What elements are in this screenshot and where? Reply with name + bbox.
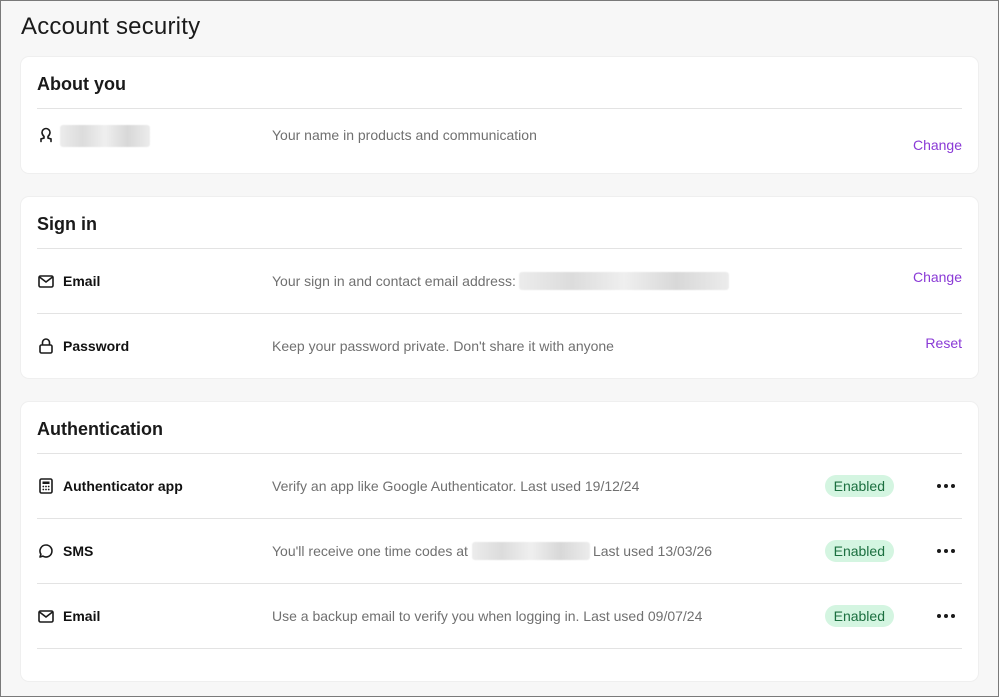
redacted-name xyxy=(60,125,150,147)
backup-email-row: Email Use a backup email to verify you w… xyxy=(37,584,962,648)
email-description-text: Your sign in and contact email address: xyxy=(272,273,516,289)
more-options-button[interactable] xyxy=(934,606,958,626)
authentication-card: Authentication Authenticator app Verify … xyxy=(21,402,978,681)
more-options-button[interactable] xyxy=(934,476,958,496)
backup-email-description: Use a backup email to verify you when lo… xyxy=(272,608,703,624)
user-icon xyxy=(38,127,54,143)
divider xyxy=(37,648,962,649)
email-description: Your sign in and contact email address: xyxy=(272,272,729,290)
change-email-button[interactable]: Change xyxy=(913,269,962,285)
authenticator-app-description: Verify an app like Google Authenticator.… xyxy=(272,478,640,494)
password-description: Keep your password private. Don't share … xyxy=(272,338,614,354)
authentication-title: Authentication xyxy=(37,419,163,439)
authenticator-app-label: Authenticator app xyxy=(63,478,183,494)
redacted-email xyxy=(518,272,729,290)
lock-icon xyxy=(38,338,54,354)
change-name-button[interactable]: Change xyxy=(913,137,962,153)
backup-email-label: Email xyxy=(63,608,101,624)
about-you-card: About you Your name in products and comm… xyxy=(21,57,978,173)
email-label: Email xyxy=(63,273,101,289)
status-badge: Enabled xyxy=(824,605,894,627)
sign-in-card: Sign in Email Your sign in and contact e… xyxy=(21,197,978,378)
authenticator-app-row: Authenticator app Verify an app like Goo… xyxy=(37,454,962,518)
about-you-title: About you xyxy=(37,74,126,94)
name-row: Your name in products and communication … xyxy=(37,109,962,173)
status-badge: Enabled xyxy=(824,540,894,562)
sms-description-suffix: Last used 13/03/26 xyxy=(592,543,713,559)
sms-row: SMS You'll receive one time codes at Las… xyxy=(37,519,962,583)
sms-description: You'll receive one time codes at Last us… xyxy=(272,542,712,560)
sign-in-title: Sign in xyxy=(37,214,97,234)
more-options-button[interactable] xyxy=(934,541,958,561)
page-title: Account security xyxy=(21,13,201,40)
name-description: Your name in products and communication xyxy=(272,127,537,143)
calculator-icon xyxy=(38,478,54,494)
sms-label: SMS xyxy=(63,543,94,559)
password-row: Password Keep your password private. Don… xyxy=(37,314,962,378)
redacted-phone xyxy=(471,542,590,560)
mail-icon xyxy=(38,608,54,624)
chat-bubble-icon xyxy=(38,543,54,559)
password-label: Password xyxy=(63,338,130,354)
mail-icon xyxy=(38,273,54,289)
email-row: Email Your sign in and contact email add… xyxy=(37,249,962,313)
reset-password-button[interactable]: Reset xyxy=(925,335,962,351)
status-badge: Enabled xyxy=(824,475,894,497)
sms-description-prefix: You'll receive one time codes at xyxy=(272,543,468,559)
